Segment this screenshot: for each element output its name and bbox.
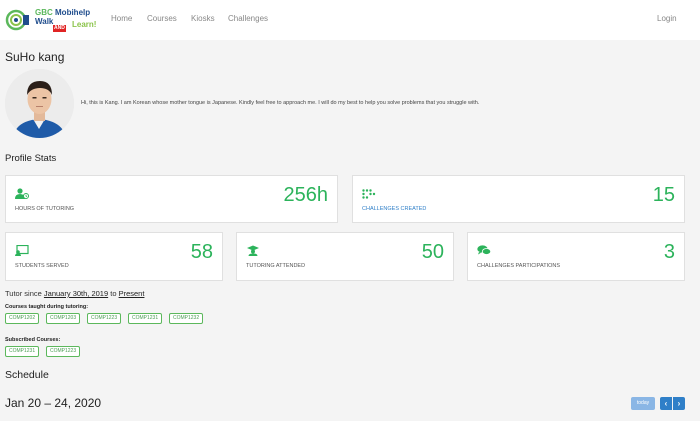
logo-text-line1: GBC Mobihelp bbox=[35, 8, 91, 17]
today-button[interactable]: today bbox=[631, 397, 655, 410]
logo-text-mobihelp: Mobihelp bbox=[55, 8, 91, 17]
stat-value: 58 bbox=[190, 241, 213, 263]
top-navbar: GBC Mobihelp Walk AND Learn! Home Course… bbox=[0, 0, 700, 40]
stat-label: STUDENTS SERVED bbox=[15, 263, 69, 269]
graduation-cap-icon bbox=[246, 243, 260, 261]
brand-logo-icon bbox=[5, 9, 29, 31]
avatar bbox=[5, 69, 74, 138]
profile-name: SuHo kang bbox=[5, 50, 65, 64]
subscribed-courses-title: Subscribed Courses: bbox=[5, 337, 61, 343]
dots-grid-icon bbox=[362, 186, 376, 204]
stat-value: 256h bbox=[283, 184, 329, 206]
login-link[interactable]: Login bbox=[657, 14, 677, 23]
stat-card-challenges-created: CHALLENGES CREATED 15 bbox=[352, 175, 685, 223]
profile-stats-title: Profile Stats bbox=[5, 153, 57, 164]
course-chip[interactable]: COMP1203 bbox=[46, 313, 81, 324]
stat-label-link[interactable]: CHALLENGES CREATED bbox=[362, 206, 426, 212]
logo-text-line2: Walk bbox=[35, 17, 54, 26]
stat-value: 15 bbox=[652, 184, 675, 206]
nav-link-home[interactable]: Home bbox=[111, 14, 132, 23]
subscribed-course-chip[interactable]: COMP1223 bbox=[46, 346, 81, 357]
subscribed-course-chip[interactable]: COMP1231 bbox=[5, 346, 40, 357]
nav-link-courses[interactable]: Courses bbox=[147, 14, 177, 23]
prev-week-button[interactable]: ‹ bbox=[660, 397, 672, 410]
course-chip[interactable]: COMP1232 bbox=[169, 313, 204, 324]
stat-value: 3 bbox=[663, 241, 675, 263]
tutor-since-prefix: Tutor since bbox=[5, 289, 42, 298]
stat-card-challenge-participations: CHALLENGES PARTICIPATIONS 3 bbox=[467, 232, 685, 281]
stat-label: HOURS OF TUTORING bbox=[15, 206, 75, 212]
tutor-since-to: to bbox=[110, 289, 117, 298]
course-chip[interactable]: COMP1223 bbox=[87, 313, 122, 324]
logo-text-line3: Learn! bbox=[72, 20, 97, 29]
next-week-button[interactable]: › bbox=[673, 397, 685, 410]
stat-value: 50 bbox=[421, 241, 444, 263]
stat-card-tutoring-attended: TUTORING ATTENDED 50 bbox=[236, 232, 454, 281]
chalkboard-icon bbox=[15, 243, 29, 261]
tutor-since-end-date: Present bbox=[118, 289, 145, 298]
schedule-date-range: Jan 20 – 24, 2020 bbox=[5, 396, 102, 410]
course-chip[interactable]: COMP1202 bbox=[5, 313, 40, 324]
courses-taught-title: Courses taught during tutoring: bbox=[5, 304, 89, 310]
tutor-since: Tutor since January 30th, 2019 to Presen… bbox=[5, 289, 144, 298]
nav-link-kiosks[interactable]: Kiosks bbox=[191, 14, 215, 23]
stat-card-students-served: STUDENTS SERVED 58 bbox=[5, 232, 223, 281]
stat-label: TUTORING ATTENDED bbox=[246, 263, 306, 269]
stat-label: CHALLENGES PARTICIPATIONS bbox=[477, 263, 561, 269]
nav-link-challenges[interactable]: Challenges bbox=[228, 14, 268, 23]
profile-bio: Hi, this is Kang. I am Korean whose moth… bbox=[81, 100, 480, 106]
brand-logo[interactable]: GBC Mobihelp Walk AND Learn! bbox=[5, 7, 99, 33]
user-clock-icon bbox=[15, 186, 29, 204]
stat-card-hours: HOURS OF TUTORING 256h bbox=[5, 175, 338, 223]
comments-icon bbox=[477, 243, 492, 261]
avatar-portrait bbox=[5, 69, 74, 138]
course-chip[interactable]: COMP1231 bbox=[128, 313, 163, 324]
tutor-since-start-date: January 30th, 2019 bbox=[43, 289, 109, 298]
logo-text-and: AND bbox=[53, 25, 66, 32]
schedule-title: Schedule bbox=[5, 369, 49, 381]
